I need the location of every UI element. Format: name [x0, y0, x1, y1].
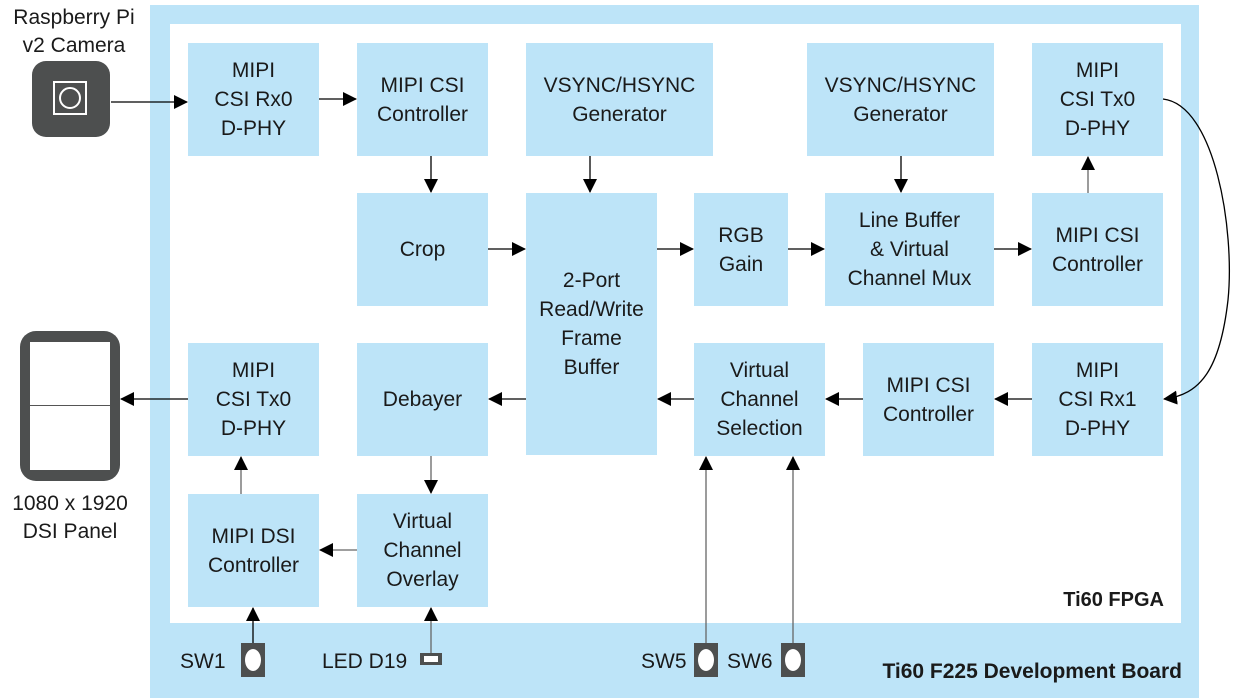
block-mipi-csi-controller-in: MIPI CSI Controller [357, 43, 488, 156]
camera-lens-icon [59, 87, 81, 109]
sw6-button[interactable] [781, 643, 805, 677]
block-mipi-csi-tx0-bottom: MIPI CSI Tx0 D-PHY [188, 343, 319, 456]
block-mipi-csi-rx1: MIPI CSI Rx1 D-PHY [1032, 343, 1163, 456]
sw5-button[interactable] [694, 643, 718, 677]
block-vsync-generator-1: VSYNC/HSYNC Generator [526, 43, 713, 156]
block-mipi-dsi-controller: MIPI DSI Controller [188, 494, 319, 607]
block-mipi-csi-tx0-top: MIPI CSI Tx0 D-PHY [1032, 43, 1163, 156]
block-line-buffer-mux: Line Buffer & Virtual Channel Mux [825, 193, 994, 306]
sw1-button[interactable] [241, 643, 265, 677]
block-virtual-channel-overlay: Virtual Channel Overlay [357, 494, 488, 607]
sw5-label: SW5 [641, 650, 687, 673]
panel-label: 1080 x 1920 DSI Panel [12, 492, 128, 543]
block-mipi-csi-controller-rx1: MIPI CSI Controller [863, 343, 994, 456]
fpga-label: Ti60 FPGA [1063, 589, 1164, 611]
block-frame-buffer: 2-Port Read/Write Frame Buffer [526, 193, 657, 455]
block-mipi-csi-rx0: MIPI CSI Rx0 D-PHY [188, 43, 319, 156]
camera-label: Raspberry Pi v2 Camera [13, 6, 135, 57]
camera-icon [32, 61, 110, 137]
dsi-panel-icon [20, 331, 120, 481]
block-virtual-channel-selection: Virtual Channel Selection [694, 343, 825, 456]
led-d19-icon [420, 653, 442, 665]
block-rgb-gain: RGB Gain [694, 193, 788, 306]
block-mipi-csi-controller-out: MIPI CSI Controller [1032, 193, 1163, 306]
board-label: Ti60 F225 Development Board [882, 660, 1182, 683]
sw1-label: SW1 [180, 650, 226, 673]
block-vsync-generator-2: VSYNC/HSYNC Generator [807, 43, 994, 156]
led-label: LED D19 [322, 650, 408, 673]
block-debayer: Debayer [357, 343, 488, 456]
block-crop: Crop [357, 193, 488, 306]
sw6-label: SW6 [727, 650, 773, 673]
